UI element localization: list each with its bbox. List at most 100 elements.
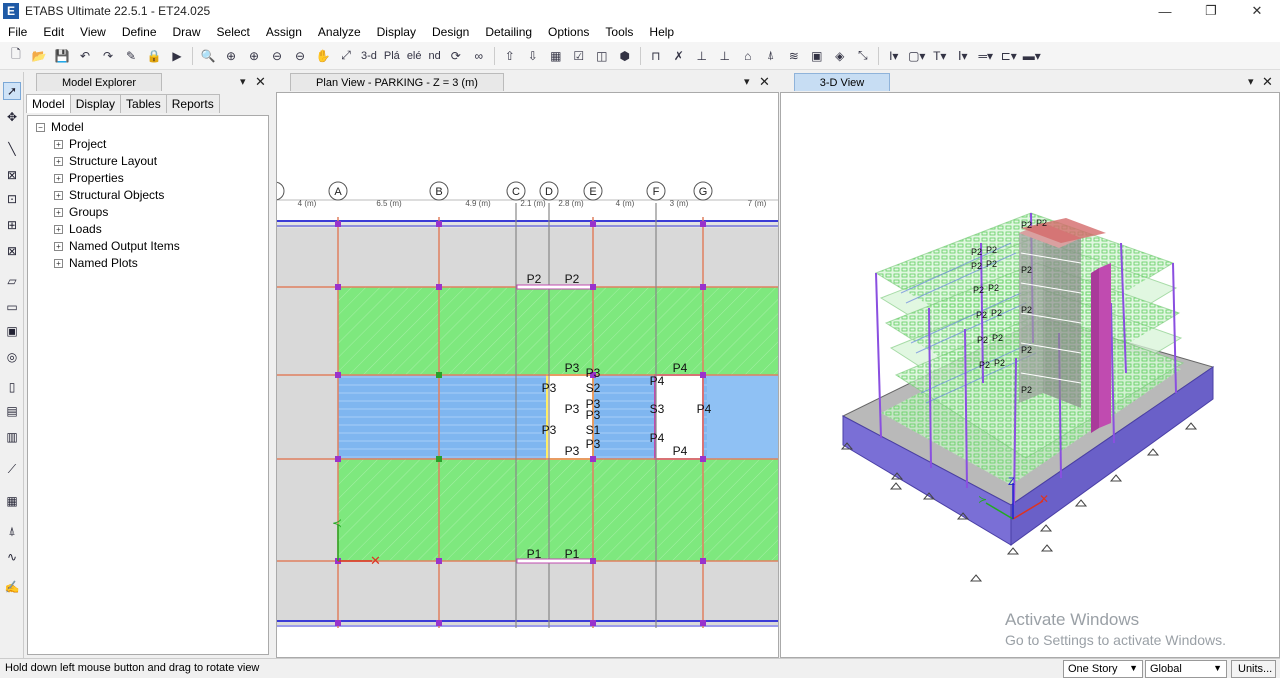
restore-button[interactable]: ❐ [1188, 0, 1234, 22]
check-icon[interactable]: ☑ [569, 46, 589, 66]
move-up-icon[interactable]: ⇧ [500, 46, 520, 66]
new-model-icon[interactable]: 🗋 [6, 46, 26, 66]
undo-icon[interactable]: ↶ [75, 46, 95, 66]
expand-icon[interactable]: + [54, 207, 63, 217]
zoom-extents-icon[interactable]: ⊖ [290, 46, 310, 66]
pan-icon[interactable]: ✋ [313, 46, 333, 66]
story-select[interactable]: One Story ▼ [1063, 660, 1143, 678]
menu-edit[interactable]: Edit [35, 25, 72, 39]
reaction-icon[interactable]: ⊥ [692, 46, 712, 66]
draw-wall-stack-icon[interactable]: ▤ [3, 402, 21, 420]
section-ibox-icon[interactable]: Ⅰ▾ [953, 46, 973, 66]
explorer-dropdown-icon[interactable]: ▾ [240, 75, 246, 88]
menu-assign[interactable]: Assign [258, 25, 310, 39]
reshape-icon[interactable]: ✥ [3, 108, 21, 126]
model-explorer-tab[interactable]: Model Explorer [36, 73, 162, 91]
view-nd-button[interactable]: nd [427, 46, 443, 66]
draw-dimension-icon[interactable]: ✍ [3, 578, 21, 596]
pointer-icon[interactable]: ➚ [3, 82, 21, 100]
menu-options[interactable]: Options [540, 25, 597, 39]
menu-select[interactable]: Select [209, 25, 258, 39]
section-box-icon[interactable]: ▢▾ [907, 46, 927, 66]
tree-item-project[interactable]: + Project [54, 137, 106, 151]
menu-design[interactable]: Design [424, 25, 477, 39]
view3d-close-icon[interactable]: ✕ [1262, 74, 1273, 90]
zoom-out-icon[interactable]: ⊖ [267, 46, 287, 66]
menu-view[interactable]: View [72, 25, 114, 39]
tree-item-groups[interactable]: + Groups [54, 205, 108, 219]
extrude-icon[interactable]: ⬢ [615, 46, 635, 66]
zoom-window-icon[interactable]: 🔍 [198, 46, 218, 66]
draw-line-icon[interactable]: ╲ [3, 140, 21, 158]
run-analysis-icon[interactable]: ▶ [167, 46, 187, 66]
minimize-button[interactable]: — [1142, 0, 1188, 22]
expand-icon[interactable]: + [54, 258, 63, 268]
tree-item-structure-layout[interactable]: + Structure Layout [54, 154, 157, 168]
draw-beam-icon[interactable]: ⊞ [3, 216, 21, 234]
zoom-in-icon[interactable]: ⊕ [244, 46, 264, 66]
tree-item-loads[interactable]: + Loads [54, 222, 102, 236]
design-icon[interactable]: ⌂ [738, 46, 758, 66]
tree-root[interactable]: − Model [36, 120, 84, 134]
coord-system-select[interactable]: Global ▼ [1145, 660, 1227, 678]
support-icon[interactable]: ⍋ [761, 46, 781, 66]
move-down-icon[interactable]: ⇩ [523, 46, 543, 66]
draw-area-icon[interactable]: ▱ [3, 272, 21, 290]
measure-icon[interactable]: ⤢ [336, 46, 356, 66]
menu-file[interactable]: File [0, 25, 35, 39]
view-3d-canvas[interactable]: P2 P2 P2 P2 P2 P2 P2 P2 P2 P2 P2 P2 P2 P… [780, 92, 1280, 658]
expand-icon[interactable]: + [54, 224, 63, 234]
draw-column-icon[interactable]: ⊡ [3, 190, 21, 208]
joint-display-icon[interactable]: ✗ [669, 46, 689, 66]
tab-display[interactable]: Display [69, 94, 122, 113]
view-plan-button[interactable]: Plá [382, 46, 402, 66]
view-elevation-button[interactable]: elé [405, 46, 424, 66]
section-t-icon[interactable]: T▾ [930, 46, 950, 66]
open-model-icon[interactable]: 📂 [29, 46, 49, 66]
view-3d-tab[interactable]: 3-D View [794, 73, 890, 91]
tree-item-named-output-items[interactable]: + Named Output Items [54, 239, 180, 253]
view3d-dropdown-icon[interactable]: ▾ [1248, 75, 1254, 88]
lock-icon[interactable]: 🔒 [144, 46, 164, 66]
menu-display[interactable]: Display [369, 25, 424, 39]
perspective-icon[interactable]: ∞ [469, 46, 489, 66]
tab-model[interactable]: Model [26, 94, 71, 113]
plan-view-tab[interactable]: Plan View - PARKING - Z = 3 (m) [290, 73, 504, 91]
close-button[interactable]: ✕ [1234, 0, 1280, 22]
draw-grid-icon[interactable]: ▦ [3, 492, 21, 510]
tab-tables[interactable]: Tables [120, 94, 167, 113]
animation-icon[interactable]: ◈ [830, 46, 850, 66]
object-shrink-icon[interactable]: ◫ [592, 46, 612, 66]
explorer-close-icon[interactable]: ✕ [255, 74, 266, 90]
menu-tools[interactable]: Tools [597, 25, 641, 39]
draw-circle-icon[interactable]: ◎ [3, 348, 21, 366]
stress-icon[interactable]: ▣ [807, 46, 827, 66]
section-i-icon[interactable]: I▾ [884, 46, 904, 66]
draw-wall-icon[interactable]: ▯ [3, 378, 21, 396]
draw-panel-icon[interactable]: ▥ [3, 428, 21, 446]
menu-draw[interactable]: Draw [165, 25, 209, 39]
tree-item-named-plots[interactable]: + Named Plots [54, 256, 138, 270]
expand-icon[interactable]: + [54, 241, 63, 251]
expand-icon[interactable]: + [54, 139, 63, 149]
expand-icon[interactable]: + [54, 156, 63, 166]
menu-detailing[interactable]: Detailing [477, 25, 540, 39]
draw-wave-icon[interactable]: ∿ [3, 548, 21, 566]
plan-close-icon[interactable]: ✕ [759, 74, 770, 90]
rotate-icon[interactable]: ⟳ [446, 46, 466, 66]
draw-rect-icon[interactable]: ▭ [3, 298, 21, 316]
save-icon[interactable]: 💾 [52, 46, 72, 66]
draw-brace-icon[interactable]: ⊠ [3, 166, 21, 184]
draw-link-icon[interactable]: ⟋ [3, 460, 21, 478]
menu-analyze[interactable]: Analyze [310, 25, 369, 39]
line-style-icon[interactable]: ═▾ [976, 46, 996, 66]
section-c-icon[interactable]: ⊏▾ [999, 46, 1019, 66]
line-weight-icon[interactable]: ▬▾ [1022, 46, 1042, 66]
expand-icon[interactable]: + [54, 173, 63, 183]
tree-item-structural-objects[interactable]: + Structural Objects [54, 188, 164, 202]
tab-reports[interactable]: Reports [165, 94, 220, 113]
menu-help[interactable]: Help [641, 25, 682, 39]
redo-icon[interactable]: ↷ [98, 46, 118, 66]
plan-view-canvas[interactable]: A B C D E F G 4 (m) 6.5 (m) 4.9 (m) 2.1 … [276, 92, 779, 658]
draw-tendon-icon[interactable]: ⍋ [3, 522, 21, 540]
